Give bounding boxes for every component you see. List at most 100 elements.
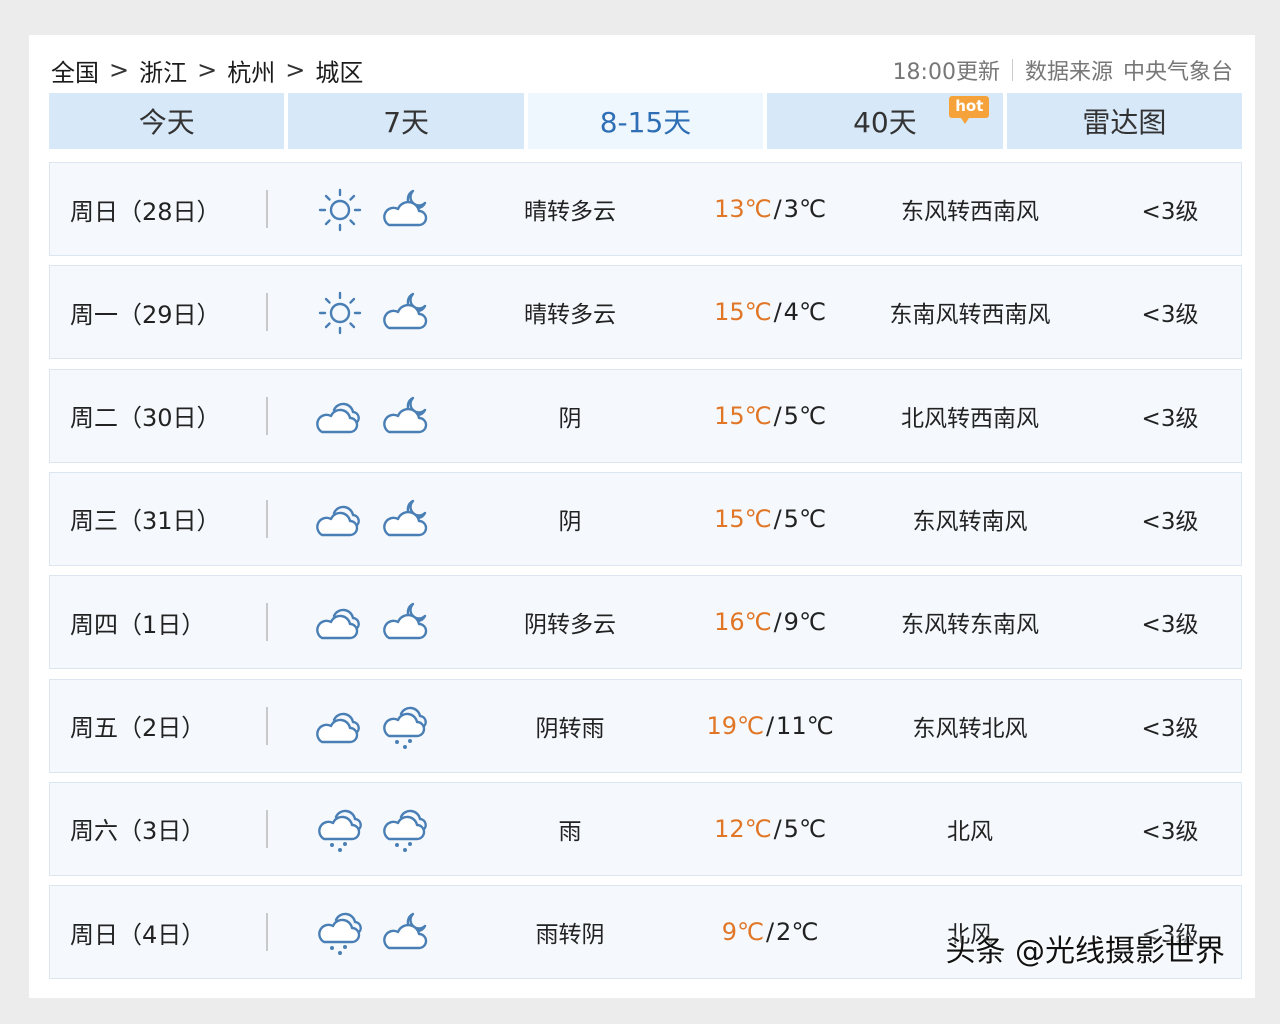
forecast-tabs: 今天 7天 8-15天 40天 hot 雷达图 [49,93,1243,149]
temp-separator: / [765,711,775,740]
forecast-date: 周三（31日） [70,507,221,536]
low-temp: 3℃ [783,195,826,223]
breadcrumb-country[interactable]: 全国 [51,53,99,88]
weather-description: 阴转多云 [524,612,616,639]
breadcrumb-district: 城区 [315,58,364,87]
temp-separator: / [773,504,782,533]
rain-icon [312,908,368,958]
breadcrumb-separator: > [109,56,130,84]
weather-description: 阴 [558,508,582,535]
breadcrumb-province[interactable]: 浙江 [139,53,187,88]
forecast-date: 周六（3日） [70,817,206,846]
sunny-icon [312,185,368,235]
wind-level: <3级 [1141,508,1199,535]
high-temp: 15℃ [714,504,772,533]
forecast-date: 周二（30日） [70,404,221,433]
divider [266,603,268,642]
temp-separator: / [765,918,775,947]
divider [266,499,268,538]
forecast-row: 周五（2日） 阴转雨 19℃/11℃ 东风转北风 <3级 [49,678,1242,773]
weather-description: 阴 [558,405,582,432]
rain-icon [377,702,433,752]
tab-today[interactable]: 今天 [49,93,285,149]
cloudy-night-icon [377,495,433,545]
wind-level: <3级 [1141,302,1199,329]
breadcrumb: 全国 > 浙江 > 杭州 > 城区 [51,53,363,87]
divider [266,706,268,745]
temp-separator: / [773,608,782,637]
forecast-row: 周一（29日） 晴转多云 15℃/4℃ 东南风转西南风 <3级 [49,265,1242,360]
low-temp: 5℃ [783,814,826,843]
forecast-date: 周五（2日） [70,714,206,742]
divider [1011,59,1013,81]
high-temp: 16℃ [714,608,772,637]
wind-level: <3级 [1141,715,1199,742]
breadcrumb-separator: > [285,56,306,84]
wind-direction: 东风转北风 [912,715,1028,742]
low-temp: 2℃ [776,918,819,947]
forecast-date: 周四（1日） [70,610,206,639]
high-temp: 13℃ [714,195,772,223]
watermark: 头条 @光线摄影世界 [945,934,1225,969]
high-temp: 19℃ [706,711,764,740]
weather-description: 晴转多云 [524,302,616,329]
overcast-icon [312,598,368,648]
forecast-date: 周日（4日） [70,920,206,949]
low-temp: 11℃ [776,711,834,740]
overcast-icon [312,702,368,752]
tab-40-days[interactable]: 40天 hot [767,93,1003,149]
divider [266,190,268,228]
wind-direction: 北风 [947,818,993,845]
wind-direction: 东风转西南风 [901,199,1039,225]
temperature-range: 15℃/5℃ [670,473,870,565]
cloudy-night-icon [377,598,433,648]
tab-8-15-days[interactable]: 8-15天 [527,93,764,149]
tab-7-days[interactable]: 7天 [288,93,524,149]
temperature-range: 13℃/3℃ [670,163,870,255]
rain-icon [312,805,368,855]
wind-level: <3级 [1141,612,1199,639]
cloudy-night-icon [377,185,433,235]
temperature-range: 16℃/9℃ [670,576,870,668]
wind-direction: 东风转东南风 [901,612,1039,639]
divider [266,913,268,952]
low-temp: 5℃ [783,504,826,533]
temp-separator: / [773,298,782,327]
divider [266,293,268,332]
high-temp: 15℃ [714,298,772,327]
forecast-row: 周六（3日） 雨 12℃/5℃ 北风 <3级 [49,781,1242,876]
low-temp: 9℃ [783,608,826,637]
rain-icon [377,805,433,855]
temp-separator: / [773,195,782,223]
overcast-icon [312,495,368,545]
weather-description: 雨 [558,818,582,845]
temperature-range: 19℃/11℃ [670,680,870,772]
wind-direction: 北风转西南风 [901,405,1039,432]
high-temp: 12℃ [714,814,772,843]
cloudy-night-icon [377,288,433,338]
temperature-range: 15℃/5℃ [670,370,870,462]
temperature-range: 9℃/2℃ [670,886,870,978]
cloudy-night-icon [377,392,433,442]
forecast-date: 周一（29日） [70,300,221,329]
source-label: 数据来源 [1024,60,1113,85]
forecast-date: 周日（28日） [70,197,221,226]
sunny-icon [312,288,368,338]
update-info: 18:00更新 数据来源 中央气象台 [893,53,1233,87]
wind-direction: 东风转南风 [912,508,1028,535]
weather-description: 晴转多云 [524,199,616,225]
breadcrumb-city[interactable]: 杭州 [227,53,275,88]
forecast-row: 周三（31日） 阴 15℃/5℃ 东风转南风 <3级 [49,471,1242,566]
weather-panel: 全国 > 浙江 > 杭州 > 城区 18:00更新 数据来源 中央气象台 今天 … [29,35,1255,998]
forecast-row: 周日（28日） 晴转多云 13℃/3℃ 东风转西南风 <3级 [49,162,1242,256]
high-temp: 15℃ [714,401,772,430]
temperature-range: 12℃/5℃ [670,783,870,875]
tab-40-days-label: 40天 [853,106,917,139]
temperature-range: 15℃/4℃ [670,266,870,358]
divider [266,809,268,848]
source-name[interactable]: 中央气象台 [1123,54,1233,86]
temp-separator: / [773,401,782,430]
update-time: 18:00更新 [892,60,1000,85]
weather-description: 阴转雨 [535,715,605,742]
tab-radar[interactable]: 雷达图 [1006,93,1243,149]
